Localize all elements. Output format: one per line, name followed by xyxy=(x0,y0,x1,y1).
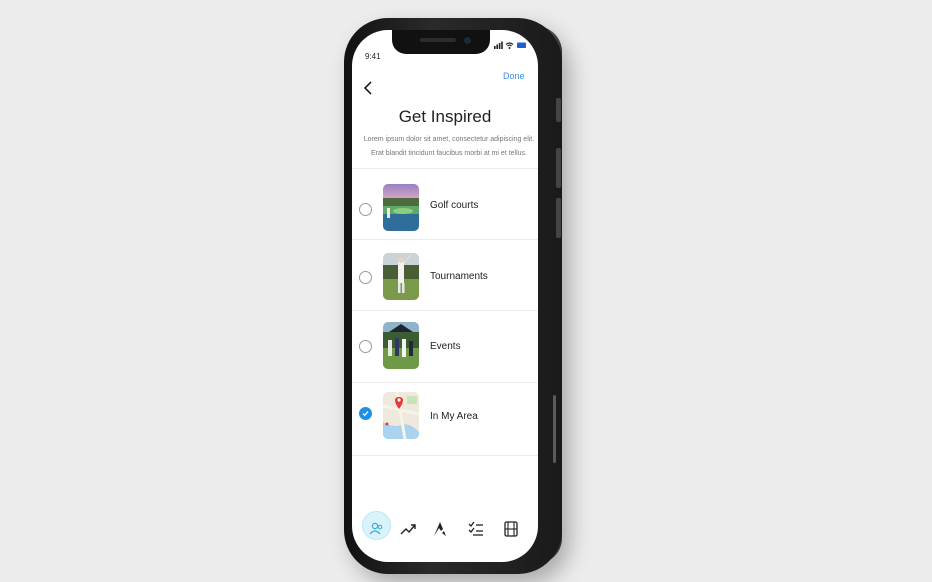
page-title: Get Inspired xyxy=(398,107,492,126)
notch xyxy=(392,30,490,54)
checklist-icon[interactable] xyxy=(467,520,485,538)
phone-mute-switch xyxy=(556,98,561,122)
thumbnail-events xyxy=(383,322,419,369)
option-label: In My Area xyxy=(430,411,478,422)
status-icons xyxy=(494,41,526,49)
radio-button-checked[interactable] xyxy=(359,407,372,420)
film-icon[interactable] xyxy=(502,520,520,538)
back-icon[interactable] xyxy=(362,80,376,96)
radio-button[interactable] xyxy=(359,271,372,284)
status-time: 9:41 xyxy=(365,52,381,61)
signal-icon xyxy=(494,41,503,49)
trending-icon[interactable] xyxy=(399,520,417,538)
radio-button[interactable] xyxy=(359,203,372,216)
check-icon xyxy=(362,411,369,417)
phone-volume-down xyxy=(556,198,561,238)
phone-volume-up xyxy=(556,148,561,188)
done-button[interactable]: Done xyxy=(503,71,525,81)
wifi-icon xyxy=(505,42,514,49)
logo-icon[interactable] xyxy=(431,520,449,538)
radio-button[interactable] xyxy=(359,340,372,353)
speaker xyxy=(420,38,456,42)
thumbnail-tournament xyxy=(383,253,419,300)
page-subtitle: Lorem ipsum dolor sit amet, consectetur … xyxy=(363,136,535,157)
front-camera xyxy=(464,37,471,44)
thumbnail-map xyxy=(383,392,419,439)
option-label: Tournaments xyxy=(430,271,488,282)
battery-icon xyxy=(517,42,526,48)
phone-side-button xyxy=(553,395,556,463)
option-label: Golf courts xyxy=(430,200,479,211)
people-icon[interactable] xyxy=(367,520,385,538)
option-label: Events xyxy=(430,341,461,352)
thumbnail-golf-course xyxy=(383,184,419,231)
